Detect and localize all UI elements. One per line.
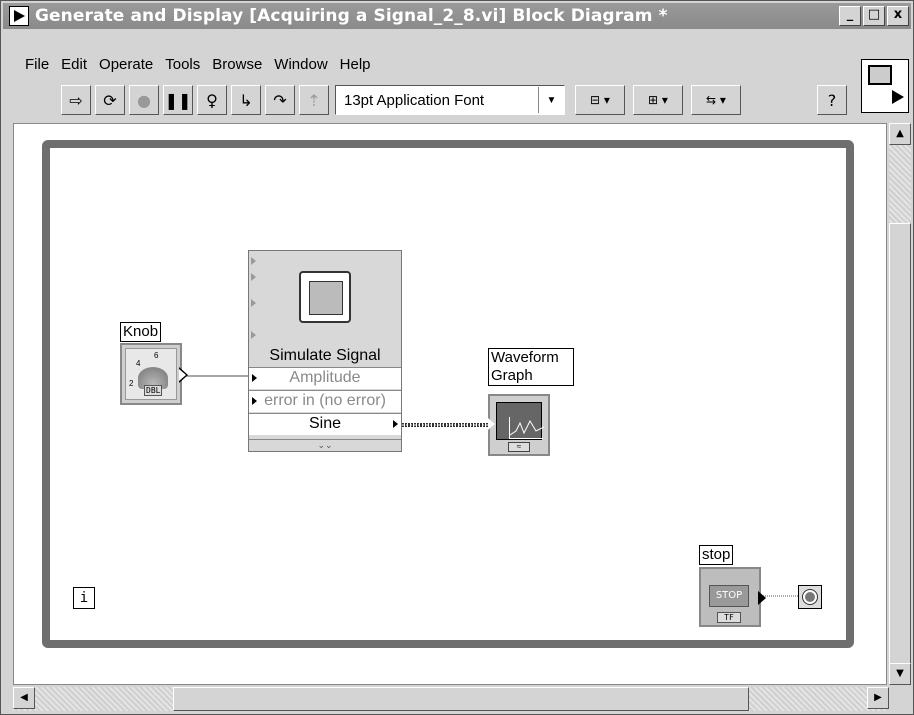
highlight-execution-button[interactable]: ♀ <box>197 85 227 115</box>
lightbulb-icon: ♀ <box>206 90 218 110</box>
graph-icon <box>496 402 545 440</box>
output-arrow-icon <box>393 420 398 428</box>
graph-input-arrow <box>488 418 495 430</box>
stop-label[interactable]: stop <box>699 545 734 565</box>
waveform-type-icon: ≈ <box>508 442 530 452</box>
step-over-button[interactable]: ↷ <box>265 85 295 115</box>
run-arrow-icon: ⇨ <box>69 90 83 110</box>
labview-app-icon[interactable] <box>9 6 29 26</box>
simulate-signal-title: Simulate Signal <box>269 347 381 364</box>
knob-output-arrow-fill <box>179 369 186 381</box>
run-button[interactable]: ⇨ <box>61 85 91 115</box>
input-stub-arrow <box>251 257 256 265</box>
knob-scale-min: 2 <box>129 379 134 388</box>
reorder-icon: ⇆ ▾ <box>706 93 726 107</box>
align-objects-dropdown[interactable]: ⊟ ▾ <box>575 85 625 115</box>
horizontal-scroll-thumb[interactable] <box>173 687 749 711</box>
step-out-icon: ⇡ <box>307 90 321 110</box>
run-continuously-button[interactable]: ⟳ <box>95 85 125 115</box>
toolbar: ⇨ ⟳ ● ❚❚ ♀ ↳ ↷ ⇡ 13pt Application Font ▼… <box>61 84 749 116</box>
knob-icon: 4 6 2 DBL <box>125 348 177 400</box>
resize-grip-icon[interactable] <box>891 689 911 709</box>
expand-chevron-icon[interactable]: ⌄⌄ <box>249 439 401 451</box>
stop-output-arrow <box>758 591 766 605</box>
loop-condition-terminal[interactable] <box>798 585 822 609</box>
input-stub-arrow <box>251 273 256 281</box>
simulate-signal-icon <box>299 271 351 323</box>
distribute-objects-dropdown[interactable]: ⊞ ▾ <box>633 85 683 115</box>
reorder-dropdown[interactable]: ⇆ ▾ <box>691 85 741 115</box>
error-in-label: error in (no error) <box>264 392 386 409</box>
menu-edit[interactable]: Edit <box>55 56 93 78</box>
knob-scale-mid: 4 <box>136 359 141 368</box>
menu-bar: File Edit Operate Tools Browse Window He… <box>23 56 377 78</box>
stop-if-true-icon <box>802 589 818 605</box>
error-in-input[interactable]: error in (no error) <box>249 390 401 412</box>
knob-terminal[interactable]: 4 6 2 DBL <box>120 343 188 405</box>
input-arrow-icon <box>252 397 257 405</box>
input-stub-arrow <box>251 331 256 339</box>
knob-scale-max: 6 <box>154 351 159 360</box>
pause-icon: ❚❚ <box>164 90 192 110</box>
simulate-signal-express-vi[interactable]: Simulate Signal Amplitude error in (no e… <box>248 250 402 452</box>
vertical-scroll-thumb[interactable] <box>889 223 911 675</box>
sine-output[interactable]: Sine <box>249 413 401 435</box>
scroll-down-button[interactable]: ▼ <box>889 663 911 685</box>
sine-output-label: Sine <box>308 415 342 432</box>
waveform-graph-label-line1: Waveform <box>491 349 559 366</box>
vi-screen-icon <box>868 65 892 85</box>
menu-file[interactable]: File <box>23 56 55 78</box>
stop-type-badge: TF <box>717 612 741 623</box>
scroll-up-button[interactable]: ▲ <box>889 123 911 145</box>
align-objects-icon: ⊟ ▾ <box>590 93 610 107</box>
waveform-graph-terminal[interactable]: ≈ <box>488 394 550 456</box>
pause-button[interactable]: ❚❚ <box>163 85 193 115</box>
window-controls: _ □ x <box>839 6 909 26</box>
title-bar: Generate and Display [Acquiring a Signal… <box>3 3 911 29</box>
maximize-button[interactable]: □ <box>863 6 885 26</box>
chevron-down-icon: ▼ <box>538 87 564 113</box>
menu-tools[interactable]: Tools <box>159 56 206 78</box>
step-into-button[interactable]: ↳ <box>231 85 261 115</box>
scroll-left-button[interactable]: ◀ <box>13 687 35 709</box>
amplitude-input[interactable]: Amplitude <box>249 367 401 389</box>
scroll-right-button[interactable]: ▶ <box>867 687 889 709</box>
waveform-graph-label[interactable]: Waveform Graph <box>488 348 574 386</box>
block-diagram-canvas[interactable]: i Knob 4 6 2 DBL Simulate Signal Amplitu… <box>13 123 887 685</box>
run-continuously-icon: ⟳ <box>103 90 117 110</box>
distribute-objects-icon: ⊞ ▾ <box>648 93 668 107</box>
labview-window: Generate and Display [Acquiring a Signal… <box>0 0 914 715</box>
context-help-button[interactable]: ? <box>817 85 847 115</box>
knob-label[interactable]: Knob <box>120 322 162 342</box>
input-stub-arrow <box>251 299 256 307</box>
step-out-button[interactable]: ⇡ <box>299 85 329 115</box>
knob-type-badge: DBL <box>144 385 163 396</box>
menu-window[interactable]: Window <box>268 56 333 78</box>
amplitude-input-label: Amplitude <box>289 369 361 386</box>
menu-help[interactable]: Help <box>334 56 377 78</box>
vertical-scrollbar[interactable]: ▲ ▼ <box>889 123 911 685</box>
step-into-icon: ↳ <box>239 90 253 110</box>
input-arrow-icon <box>252 374 257 382</box>
abort-button[interactable]: ● <box>129 85 159 115</box>
close-button[interactable]: x <box>887 6 909 26</box>
window-title: Generate and Display [Acquiring a Signal… <box>35 6 668 26</box>
abort-icon: ● <box>137 90 151 110</box>
font-select[interactable]: 13pt Application Font ▼ <box>335 85 565 115</box>
menu-operate[interactable]: Operate <box>93 56 159 78</box>
help-icon: ? <box>827 90 837 110</box>
vi-arrow-icon <box>892 90 904 104</box>
font-select-value: 13pt Application Font <box>344 91 485 109</box>
waveform-graph-label-line2: Graph <box>491 367 533 384</box>
graph-plot-area <box>509 417 545 439</box>
stop-button-icon: STOP <box>709 585 749 607</box>
minimize-button[interactable]: _ <box>839 6 861 26</box>
stop-terminal[interactable]: STOP TF <box>699 567 766 627</box>
graph-waveform-icon <box>509 419 545 436</box>
menu-browse[interactable]: Browse <box>206 56 268 78</box>
step-over-icon: ↷ <box>273 90 287 110</box>
horizontal-scrollbar[interactable]: ◀ ▶ <box>13 687 889 711</box>
vi-connector-icon[interactable] <box>861 59 909 113</box>
